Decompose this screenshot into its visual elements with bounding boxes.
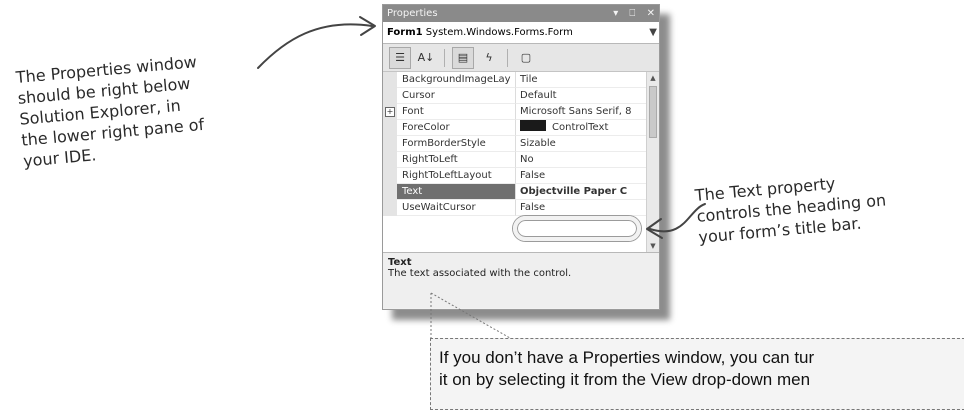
note-connector — [430, 292, 511, 339]
annotation-arrows — [257, 16, 706, 339]
arrow-to-text-property — [649, 203, 706, 233]
arrow-to-properties — [257, 23, 373, 69]
arrowhead-icon — [646, 218, 663, 239]
